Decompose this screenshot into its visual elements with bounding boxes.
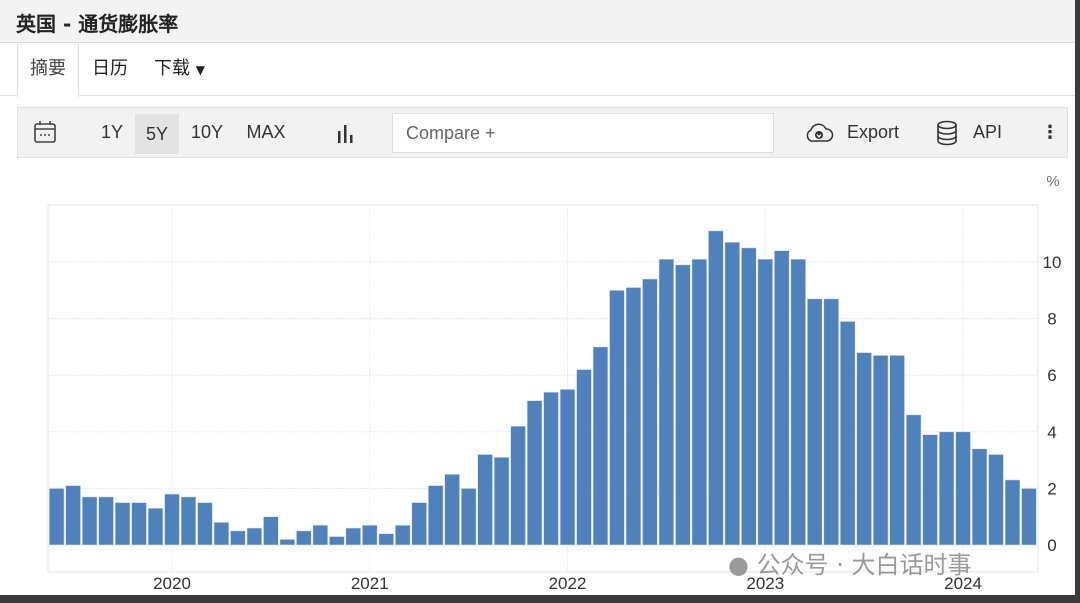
bar — [592, 346, 609, 546]
bar — [609, 290, 625, 546]
inflation-chart: 0 2 4 6 8 10% 2020 2021 2022 2023 2024 — [0, 160, 1075, 595]
bar — [411, 502, 427, 546]
calendar-icon[interactable] — [30, 108, 60, 157]
bar — [691, 258, 708, 546]
bar — [213, 522, 230, 546]
bar — [708, 230, 724, 546]
page-title: 英国 - 通货膨胀率 — [16, 12, 179, 36]
bar — [938, 431, 955, 546]
bar — [394, 524, 411, 546]
bar — [790, 258, 806, 546]
bar — [1021, 488, 1037, 546]
bar — [477, 454, 493, 546]
y-tick-label: 10 — [1043, 253, 1062, 272]
bar — [427, 485, 444, 546]
bar — [345, 527, 362, 546]
window: 英国 - 通货膨胀率 摘要 日历 下载 ▼ 1Y 5Y 10Y MAX Comp… — [0, 0, 1075, 595]
caret-down-icon: ▼ — [195, 63, 205, 77]
bar — [230, 530, 246, 546]
chart-toolbar: 1Y 5Y 10Y MAX Compare + Export API ⋮ — [17, 107, 1068, 158]
bar — [263, 516, 279, 546]
bar — [806, 298, 823, 546]
bar — [576, 369, 592, 546]
bar — [1004, 479, 1021, 546]
title-bar: 英国 - 通货膨胀率 — [0, 0, 1075, 43]
bar — [312, 524, 329, 546]
bar — [378, 533, 394, 546]
bar — [362, 524, 378, 546]
cloud-download-icon — [806, 123, 834, 142]
range-1y[interactable]: 1Y — [94, 108, 130, 157]
bar — [559, 389, 576, 546]
bar — [131, 502, 147, 546]
chart-type-icon[interactable] — [332, 108, 358, 157]
bar — [460, 488, 477, 546]
bar — [856, 352, 872, 546]
range-5y[interactable]: 5Y — [135, 114, 179, 154]
bar — [872, 355, 889, 546]
bar — [905, 414, 922, 546]
bar — [296, 530, 312, 546]
bar — [839, 321, 856, 546]
more-options-icon[interactable]: ⋮ — [1038, 108, 1062, 157]
bar — [971, 448, 988, 546]
bar — [823, 298, 839, 546]
bar — [675, 264, 691, 546]
bar — [246, 527, 263, 546]
range-max[interactable]: MAX — [240, 108, 292, 157]
tab-download[interactable]: 下载 ▼ — [154, 44, 205, 96]
y-tick-label: 8 — [1047, 310, 1056, 329]
api-label: API — [973, 122, 1003, 142]
tab-bar: 摘要 日历 下载 ▼ — [0, 44, 1075, 97]
compare-input[interactable]: Compare + — [392, 113, 774, 153]
bar — [526, 400, 543, 546]
bar — [724, 241, 741, 546]
range-10y[interactable]: 10Y — [184, 108, 230, 157]
bar — [98, 496, 114, 546]
bar — [543, 391, 559, 546]
tab-download-label: 下载 — [154, 58, 190, 79]
x-tick-label: 2021 — [351, 574, 389, 593]
bar — [510, 425, 526, 546]
y-tick-label: 6 — [1047, 366, 1056, 385]
bar — [774, 250, 790, 546]
watermark: ● 公众号 · 大白话时事 — [728, 551, 972, 579]
bar — [493, 456, 510, 546]
bar — [757, 258, 774, 546]
bar — [889, 355, 905, 546]
bar — [988, 454, 1004, 546]
x-tick-label: 2022 — [549, 574, 587, 593]
database-icon — [937, 120, 957, 146]
bar — [955, 431, 971, 546]
bar — [444, 473, 460, 546]
bar — [658, 258, 675, 546]
tab-calendar[interactable]: 日历 — [92, 44, 128, 96]
chart-svg: 0246810%2020 2021 2022 2023 2024 — [47, 173, 1062, 593]
x-tick-label: 2020 — [153, 574, 191, 593]
watermark-text: 公众号 · 大白话时事 — [756, 551, 972, 579]
bar — [329, 536, 345, 546]
unit-label: % — [1046, 173, 1059, 190]
y-tick-label: 4 — [1047, 423, 1056, 442]
bar — [180, 496, 197, 546]
bar — [81, 496, 98, 546]
bar — [642, 278, 658, 546]
y-tick-label: 2 — [1047, 479, 1056, 498]
bar — [164, 493, 180, 546]
export-button[interactable]: Export — [804, 108, 904, 157]
y-tick-label: 0 — [1047, 536, 1056, 555]
export-label: Export — [847, 122, 900, 142]
tab-summary[interactable]: 摘要 — [17, 44, 79, 97]
bar — [147, 507, 164, 546]
bar — [197, 502, 213, 546]
bar — [922, 434, 938, 546]
api-button[interactable]: API — [936, 108, 1016, 157]
bar — [741, 247, 757, 546]
bar — [279, 539, 296, 546]
bar — [625, 287, 642, 546]
bar — [48, 488, 65, 546]
bar — [65, 485, 81, 546]
bar — [114, 502, 131, 546]
